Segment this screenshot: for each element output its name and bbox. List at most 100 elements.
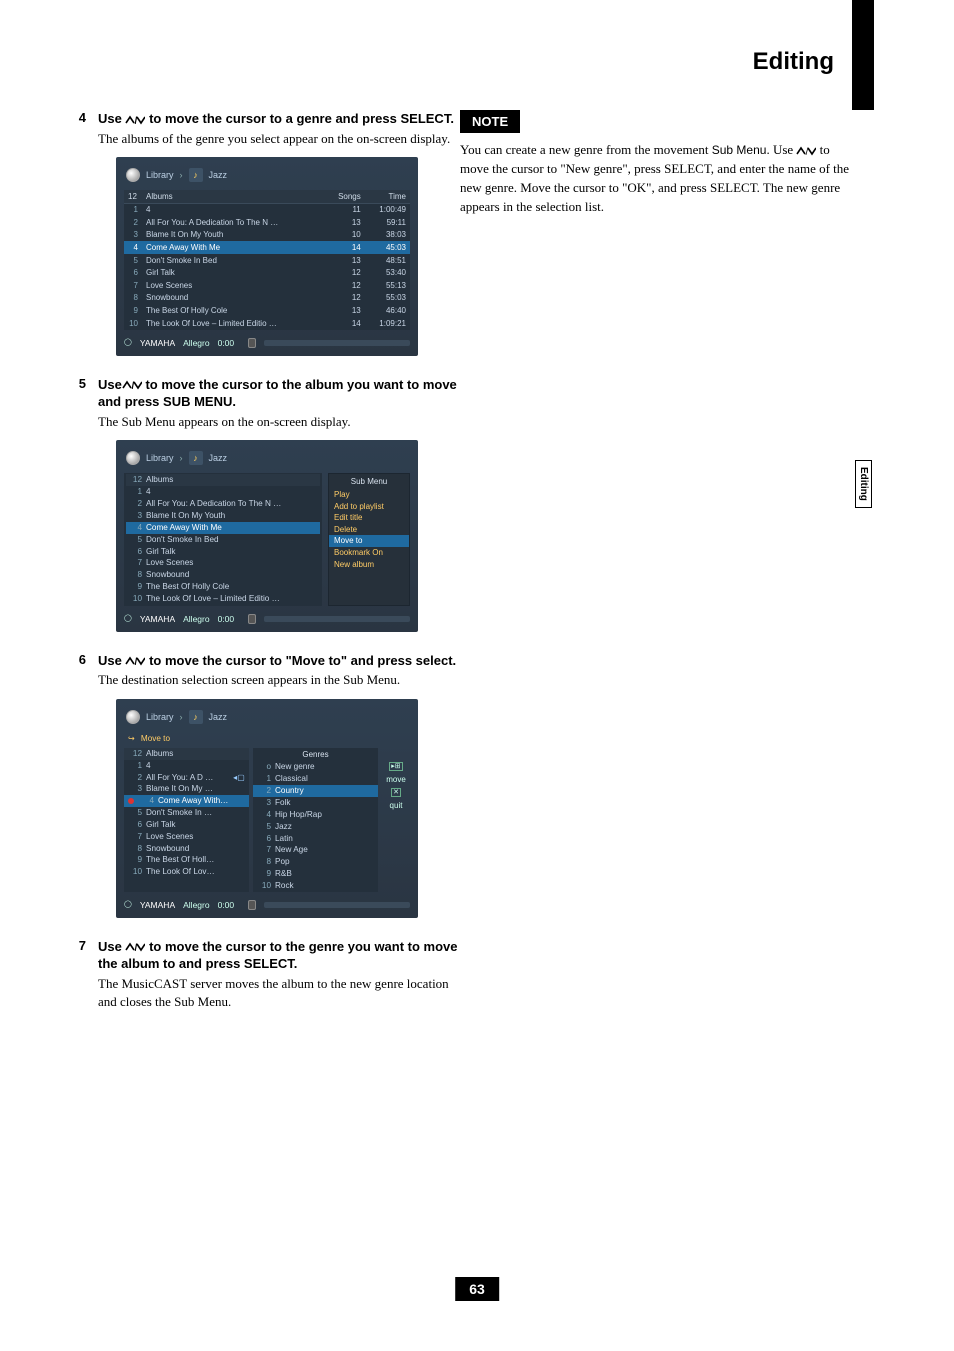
list-item: 3Folk: [253, 797, 378, 809]
list-item: 4Hip Hop/Rap: [253, 809, 378, 821]
saxophone-icon: ♪: [189, 168, 203, 182]
list-item: 1Classical: [253, 773, 378, 785]
progress-bar: [264, 616, 410, 622]
list-item: 2Country: [253, 785, 378, 797]
move-icon: ▸⊞: [389, 762, 402, 771]
list-item: 8Snowbound: [126, 569, 320, 581]
slider-handle-icon: [248, 614, 256, 624]
step-description: The MusicCAST server moves the album to …: [98, 975, 468, 1010]
step-4: 4 Use / to move the cursor to a genre an…: [68, 110, 468, 147]
submenu-item: Bookmark On: [329, 547, 409, 559]
list-item: 5Don't Smoke In Bed: [126, 534, 320, 546]
step-title: Use / to move the cursor to the genre yo…: [98, 938, 468, 973]
up-down-icon: /: [796, 146, 816, 156]
list-item: 7Love Scenes: [124, 831, 249, 843]
step-6: 6 Use / to move the cursor to "Move to" …: [68, 652, 468, 689]
submenu-item: Play: [329, 489, 409, 501]
list-item: 7New Age: [253, 844, 378, 856]
slider-handle-icon: [248, 900, 256, 910]
list-item: 4Come Away With…: [124, 795, 249, 807]
submenu-item: Add to playlist: [329, 501, 409, 513]
note-badge: NOTE: [460, 110, 520, 133]
submenu-item: Edit title: [329, 512, 409, 524]
up-down-icon: /: [125, 115, 145, 125]
header-black-tab: [852, 0, 874, 110]
screenshot-2: Library › ♪ Jazz 12 Albums 142All For Yo…: [116, 440, 418, 631]
disc-icon: [126, 168, 140, 182]
step-title: Use / to move the cursor to "Move to" an…: [98, 652, 468, 670]
disc-icon: [126, 710, 140, 724]
page-number: 63: [455, 1277, 499, 1301]
up-down-icon: /: [122, 380, 142, 390]
step-description: The destination selection screen appears…: [98, 671, 468, 689]
submenu-item: Delete: [329, 524, 409, 536]
progress-bar: [264, 340, 410, 346]
side-action-icons: ▸⊞ move ✕ quit: [382, 748, 410, 892]
table-row: 3Blame It On My Youth1038:03: [124, 229, 410, 242]
step-5: 5 Use/ to move the cursor to the album y…: [68, 376, 468, 431]
up-down-icon: /: [125, 942, 145, 952]
step-title: Use / to move the cursor to a genre and …: [98, 110, 468, 128]
album-table: 12 Albums Songs Time 14111:00:492All For…: [124, 190, 410, 330]
up-down-icon: /: [125, 656, 145, 666]
genre-panel: Genres oNew genre1Classical2Country3Folk…: [253, 748, 378, 892]
list-item: 8Pop: [253, 856, 378, 868]
submenu-item: Move to: [329, 535, 409, 547]
list-item: 8Snowbound: [124, 843, 249, 855]
step-description: The albums of the genre you select appea…: [98, 130, 468, 148]
submenu-item: New album: [329, 559, 409, 571]
step-number: 5: [68, 376, 86, 431]
table-row: 7Love Scenes1255:13: [124, 279, 410, 292]
list-item: 5Don't Smoke In …: [124, 807, 249, 819]
list-item: 6Girl Talk: [126, 546, 320, 558]
slider-handle-icon: [248, 338, 256, 348]
list-item: 2All For You: A Dedication To The N …: [126, 498, 320, 510]
table-row: 4Come Away With Me1445:03: [124, 241, 410, 254]
step-title: Use/ to move the cursor to the album you…: [98, 376, 468, 411]
chevron-right-icon: ›: [180, 712, 183, 723]
table-row: 8Snowbound1255:03: [124, 292, 410, 305]
table-row: 5Don't Smoke In Bed1348:51: [124, 254, 410, 267]
screen-footer: ◯ YAMAHA Allegro 0:00: [124, 900, 410, 910]
list-item: 9The Best Of Holly Cole: [126, 581, 320, 593]
list-item: 3Blame It On My Youth: [126, 510, 320, 522]
indicator-dot-icon: [128, 798, 134, 804]
step-description: The Sub Menu appears on the on-screen di…: [98, 413, 468, 431]
chevron-right-icon: ›: [180, 453, 183, 464]
page-title: Editing: [753, 48, 834, 76]
breadcrumb: Library › ♪ Jazz: [124, 707, 410, 732]
chevron-right-icon: ›: [180, 170, 183, 181]
progress-bar: [264, 902, 410, 908]
screen-footer: ◯ YAMAHA Allegro 0:00: [124, 614, 410, 624]
sub-menu: Sub Menu PlayAdd to playlistEdit titleDe…: [328, 473, 410, 605]
list-item: 3Blame It On My …: [124, 783, 249, 795]
disc-icon: [126, 451, 140, 465]
list-item: 10Rock: [253, 880, 378, 892]
screenshot-1: Library › ♪ Jazz 12 Albums Songs Time 14…: [116, 157, 418, 356]
list-item: 14: [124, 760, 249, 772]
side-tab-editing: Editing: [855, 460, 872, 508]
list-item: 4Come Away With Me: [126, 522, 320, 534]
table-row: 9The Best Of Holly Cole1346:40: [124, 304, 410, 317]
list-item: oNew genre: [253, 761, 378, 773]
list-item: 9R&B: [253, 868, 378, 880]
list-item: 6Girl Talk: [124, 819, 249, 831]
album-list: 12 Albums 142All For You: A Dedication T…: [124, 473, 322, 605]
saxophone-icon: ♪: [189, 710, 203, 724]
list-item: 10The Look Of Love – Limited Editio …: [126, 593, 320, 605]
list-item: 2All For You: A D …◂▢: [124, 772, 249, 784]
table-row: 10The Look Of Love – Limited Editio …141…: [124, 317, 410, 330]
step-number: 6: [68, 652, 86, 689]
list-item: 9The Best Of Holl…: [124, 854, 249, 866]
table-row: 6Girl Talk1253:40: [124, 267, 410, 280]
list-item: 7Love Scenes: [126, 557, 320, 569]
quit-icon: ✕: [391, 788, 401, 797]
screen-footer: ◯ YAMAHA Allegro 0:00: [124, 338, 410, 348]
move-to-label: Move to: [141, 734, 170, 744]
step-7: 7 Use / to move the cursor to the genre …: [68, 938, 468, 1010]
list-item: 10The Look Of Lov…: [124, 866, 249, 878]
list-item: 6Latin: [253, 833, 378, 845]
saxophone-icon: ♪: [189, 451, 203, 465]
list-item: 5Jazz: [253, 821, 378, 833]
step-number: 7: [68, 938, 86, 1010]
